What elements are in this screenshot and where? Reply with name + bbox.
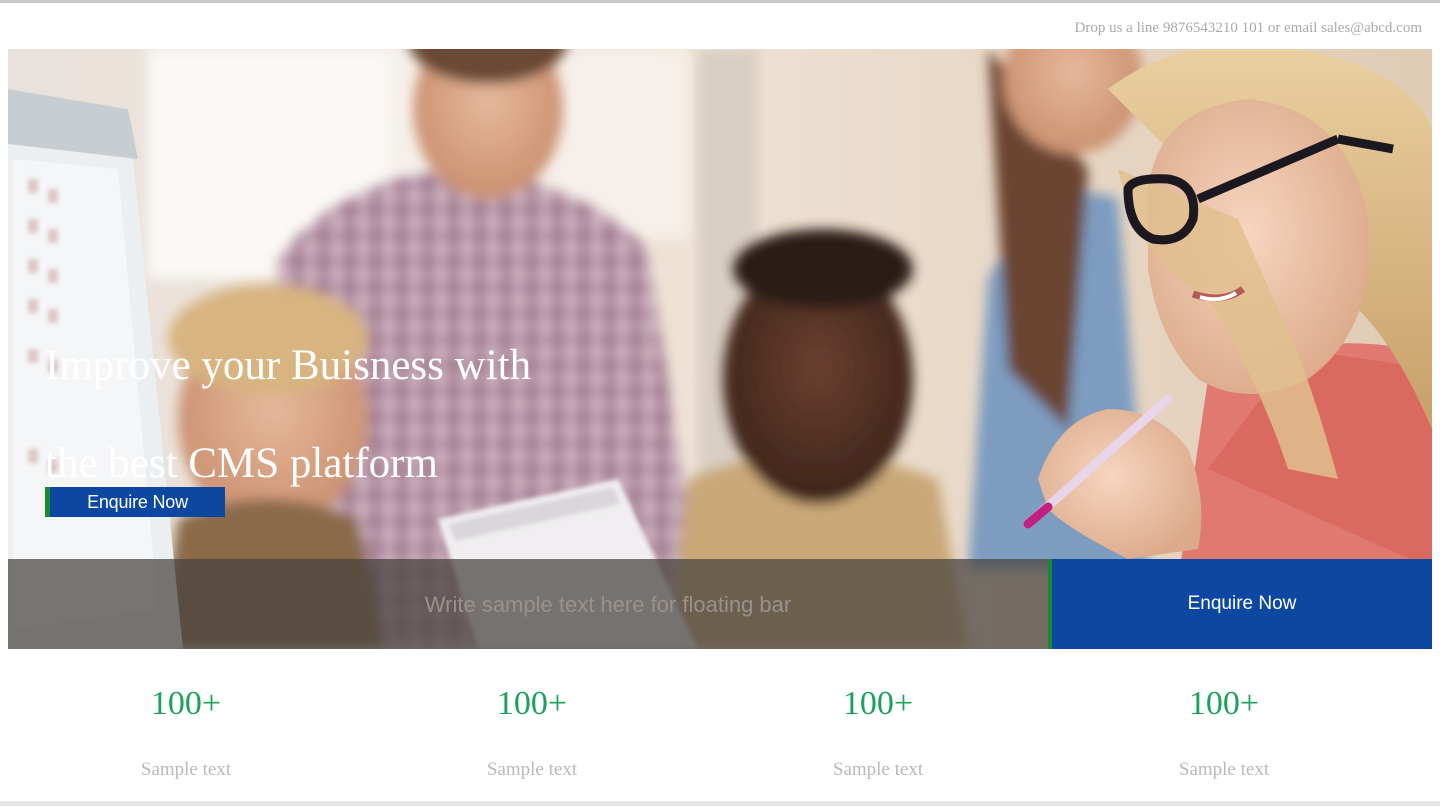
floating-bar-text: Write sample text here for floating bar	[8, 559, 1048, 649]
hero-enquire-button[interactable]: Enquire Now	[45, 487, 225, 517]
stat-label: Sample text	[486, 759, 578, 780]
contact-line: Drop us a line 9876543210 101 or email s…	[1074, 20, 1423, 36]
stat-label: Sample text	[1178, 759, 1270, 780]
stat-value: 100+	[842, 685, 914, 722]
top-border	[0, 0, 1440, 3]
stat-value: 100+	[496, 685, 568, 722]
stats-section: 100+ Sample text 100+ Sample text 100+ S…	[8, 649, 1432, 801]
hero-title: Improve your Buisness with the best CMS …	[45, 317, 531, 513]
stat-label: Sample text	[140, 759, 232, 780]
hero-banner: Improve your Buisness with the best CMS …	[8, 49, 1432, 649]
hero-title-line-1: Improve your Buisness with	[45, 342, 532, 389]
floating-bar-enquire-button[interactable]: Enquire Now	[1048, 559, 1432, 649]
stat-value: 100+	[150, 685, 222, 722]
stat-label: Sample text	[832, 759, 924, 780]
bottom-rule	[0, 801, 1440, 806]
stat-value: 100+	[1188, 685, 1260, 722]
floating-bar: Write sample text here for floating bar …	[8, 559, 1432, 649]
